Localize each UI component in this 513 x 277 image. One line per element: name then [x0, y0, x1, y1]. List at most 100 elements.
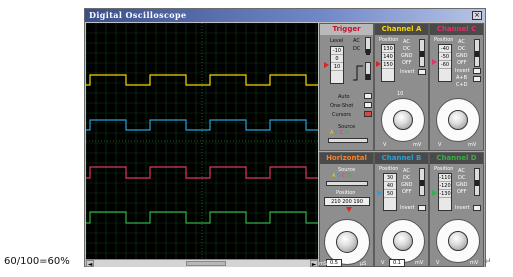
channel-a-marker [376, 61, 381, 67]
scroll-right-button[interactable]: ► [310, 260, 318, 268]
channel-c-sum-button[interactable] [473, 76, 481, 82]
channel-d-mode-ac: AC [458, 168, 465, 174]
channel-b-scale-knob[interactable] [393, 231, 413, 251]
channel-d-position-value: -120 [439, 183, 451, 190]
h-source-c[interactable]: C [342, 173, 346, 179]
source-a[interactable]: A [330, 130, 333, 136]
channel-a-mode-ac: AC [403, 39, 410, 45]
channel-d-position-spinner[interactable]: -110 -120 -130 [438, 173, 452, 211]
channel-b-position-value: 30 [384, 174, 396, 182]
channel-a-position-spinner[interactable]: 130 140 150 [381, 44, 395, 82]
trigger-mode-switch[interactable] [365, 37, 371, 55]
oscilloscope-screen [85, 22, 318, 259]
timebase-readout: 0.5 [326, 259, 342, 267]
h-source-d[interactable]: D [347, 173, 351, 179]
channel-c-unit-v: V [438, 142, 442, 148]
channel-a-invert-button[interactable] [418, 69, 426, 75]
trigger-level-value: -10 [331, 48, 343, 55]
source-b[interactable]: B [335, 130, 338, 136]
channel-b-mode-invert: Invert [400, 205, 415, 211]
trigger-source-channels[interactable]: A B C D [330, 130, 368, 138]
horizontal-scrollbar[interactable]: ◄ ► [86, 259, 318, 268]
trigger-source-slider[interactable] [328, 138, 368, 143]
channel-a-position-value: 140 [382, 54, 394, 61]
channel-a-title: Channel A [375, 24, 428, 35]
cursors-button[interactable] [364, 111, 372, 117]
channel-d-marker [432, 190, 437, 196]
channel-a-position-value: 130 [382, 46, 394, 53]
horizontal-title: Horizontal [320, 153, 373, 164]
source-c[interactable]: C [340, 130, 344, 136]
channel-c-position-label: Position [434, 37, 454, 43]
trigger-mode-dc: DC [353, 46, 361, 52]
horizontal-source-channels[interactable]: A B C D [332, 173, 370, 180]
one-shot-button[interactable] [364, 102, 372, 108]
trigger-mode-ac: AC [353, 38, 360, 44]
channel-c-mode-a-plus-b: A+B [456, 75, 468, 81]
channel-c-section: Channel C Position -40 -50 -60 AC DC GND… [429, 23, 484, 151]
channel-c-position-value: -60 [439, 62, 451, 69]
channel-c-marker [432, 59, 437, 65]
channel-a-position-value: 150 [382, 62, 394, 69]
channel-a-mode-invert: Invert [400, 69, 415, 75]
trigger-level-spinner[interactable]: -10 0 10 [330, 46, 344, 84]
source-d[interactable]: D [345, 130, 349, 136]
horizontal-section: Horizontal Source A B C D Position 210 2… [319, 152, 374, 267]
channel-d-mode-dc: DC [458, 175, 466, 181]
channel-d-scale-dial [436, 219, 480, 263]
horizontal-position-marker [346, 207, 352, 212]
channel-c-mode-gnd: GND [456, 53, 468, 59]
channel-b-position-spinner[interactable]: 30 40 50 [383, 173, 397, 211]
channel-c-mode-dc: DC [458, 46, 466, 52]
channel-a-scale-knob[interactable] [393, 110, 413, 130]
title-bar[interactable]: Digital Oscilloscope × [85, 9, 485, 22]
channel-a-coupling-switch[interactable] [419, 39, 425, 67]
channel-b-position-value: 40 [384, 182, 396, 190]
channel-b-mode-ac: AC [403, 168, 410, 174]
channel-b-unit-v: V [381, 260, 385, 266]
trigger-level-value: 0 [331, 55, 343, 63]
horizontal-position-spinner[interactable]: 210 200 190 [324, 197, 370, 206]
channel-b-section: Channel B Position 30 40 50 AC DC GND OF… [374, 152, 429, 267]
channel-d-section: Channel D Position -110 -120 -130 AC DC … [429, 152, 484, 267]
channel-d-invert-button[interactable] [473, 205, 481, 211]
h-source-a[interactable]: A [332, 173, 335, 179]
horizontal-source-slider[interactable] [326, 181, 368, 186]
trigger-level-value: 10 [331, 63, 343, 71]
cursors-label: Cursors [332, 112, 352, 118]
horizontal-position-value: 200 [342, 199, 352, 205]
channel-b-unit-mv: mV [415, 260, 424, 266]
trigger-level-label: Level [330, 38, 344, 44]
channel-b-scale-dial [381, 219, 425, 263]
channel-a-mode-off: OFF [402, 60, 412, 66]
trigger-edge-switch[interactable] [365, 62, 371, 80]
channel-c-unit-mv: mV [468, 142, 477, 148]
channel-a-scale-dial [381, 98, 425, 142]
channel-c-mode-invert: Invert [455, 68, 470, 74]
auto-button[interactable] [364, 93, 372, 99]
scroll-left-button[interactable]: ◄ [86, 260, 94, 268]
timebase-knob[interactable] [336, 231, 358, 253]
scroll-thumb[interactable] [186, 261, 226, 266]
channel-c-invert-button[interactable] [473, 68, 481, 74]
caption-text: 60/100=60% [4, 256, 70, 267]
channel-c-position-spinner[interactable]: -40 -50 -60 [438, 44, 452, 82]
channel-c-scale-dial [436, 98, 480, 142]
channel-b-invert-button[interactable] [418, 205, 426, 211]
channel-a-section: Channel A Position 130 140 150 AC DC GND… [374, 23, 429, 151]
channel-c-mode-off: OFF [457, 60, 467, 66]
channel-d-coupling-switch[interactable] [474, 168, 480, 196]
channel-d-scale-knob[interactable] [448, 231, 468, 251]
timebase-unit-ms: mS [319, 261, 328, 267]
close-button[interactable]: × [472, 11, 482, 20]
channel-b-coupling-switch[interactable] [419, 168, 425, 196]
channel-c-coupling-switch[interactable] [474, 39, 480, 67]
channel-c-scale-knob[interactable] [448, 110, 468, 130]
channel-b-mode-off: OFF [402, 189, 412, 195]
trigger-level-marker [324, 62, 329, 68]
auto-label: Auto [338, 94, 350, 100]
h-source-b[interactable]: B [337, 173, 340, 179]
channel-a-unit-v: V [383, 142, 387, 148]
horizontal-position-label: Position [336, 190, 356, 196]
channel-d-title: Channel D [430, 153, 483, 164]
